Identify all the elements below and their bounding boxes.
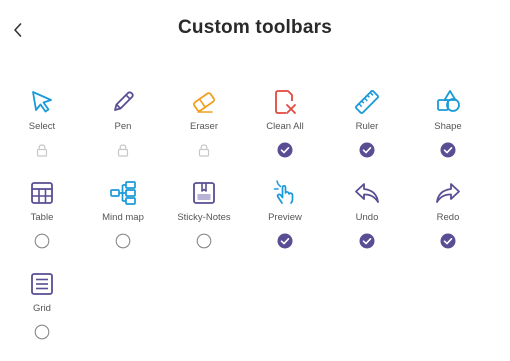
toolbar-options-grid: Select Pen Eraser Clean All Ruler Shape	[0, 88, 510, 361]
tool-row: Grid	[0, 270, 510, 361]
eraser-icon	[190, 88, 218, 116]
tool-grid[interactable]: Grid	[0, 270, 84, 360]
unchecked-circle-icon[interactable]	[34, 324, 50, 340]
tool-shape[interactable]: Shape	[406, 88, 490, 178]
touch-icon	[271, 179, 299, 207]
tool-label: Select	[28, 121, 56, 132]
sticky-notes-icon	[190, 179, 218, 207]
tool-label: Shape	[434, 121, 462, 132]
tool-label: Pen	[114, 121, 132, 132]
checked-icon[interactable]	[277, 233, 293, 249]
cursor-icon	[28, 88, 56, 116]
redo-icon	[434, 179, 462, 207]
grid-icon	[28, 270, 56, 298]
unchecked-circle-icon[interactable]	[115, 233, 131, 249]
lock-icon	[34, 142, 50, 158]
page-title: Custom toolbars	[178, 17, 332, 38]
tool-label: Table	[30, 212, 54, 223]
shape-icon	[434, 88, 462, 116]
tool-preview[interactable]: Preview	[243, 179, 327, 269]
unchecked-circle-icon[interactable]	[34, 233, 50, 249]
pen-icon	[109, 88, 137, 116]
tool-row: Select Pen Eraser Clean All Ruler Shape	[0, 88, 510, 179]
clean-all-icon	[271, 88, 299, 116]
tool-mind-map[interactable]: Mind map	[81, 179, 165, 269]
tool-label: Grid	[33, 303, 51, 314]
tool-label: Preview	[268, 212, 302, 223]
tool-label: Ruler	[355, 121, 379, 132]
mind-map-icon	[109, 179, 137, 207]
checked-icon[interactable]	[440, 233, 456, 249]
tool-clean-all[interactable]: Clean All	[243, 88, 327, 178]
tool-eraser[interactable]: Eraser	[162, 88, 246, 178]
checked-icon[interactable]	[277, 142, 293, 158]
checked-icon[interactable]	[440, 142, 456, 158]
checked-icon[interactable]	[359, 142, 375, 158]
undo-icon	[353, 179, 381, 207]
tool-label: Redo	[436, 212, 460, 223]
tool-ruler[interactable]: Ruler	[325, 88, 409, 178]
tool-table[interactable]: Table	[0, 179, 84, 269]
tool-redo[interactable]: Redo	[406, 179, 490, 269]
tool-label: Mind map	[102, 212, 144, 223]
tool-label: Eraser	[190, 121, 218, 132]
lock-icon	[196, 142, 212, 158]
tool-select[interactable]: Select	[0, 88, 84, 178]
table-icon	[28, 179, 56, 207]
tool-label: Sticky-Notes	[177, 212, 231, 223]
checked-icon[interactable]	[359, 233, 375, 249]
ruler-icon	[353, 88, 381, 116]
tool-undo[interactable]: Undo	[325, 179, 409, 269]
tool-label: Clean All	[266, 121, 304, 132]
header: Custom toolbars	[0, 0, 510, 60]
unchecked-circle-icon[interactable]	[196, 233, 212, 249]
lock-icon	[115, 142, 131, 158]
tool-sticky-notes[interactable]: Sticky-Notes	[162, 179, 246, 269]
tool-label: Undo	[355, 212, 379, 223]
tool-row: Table Mind map Sticky-Notes Preview Undo…	[0, 179, 510, 270]
tool-pen[interactable]: Pen	[81, 88, 165, 178]
